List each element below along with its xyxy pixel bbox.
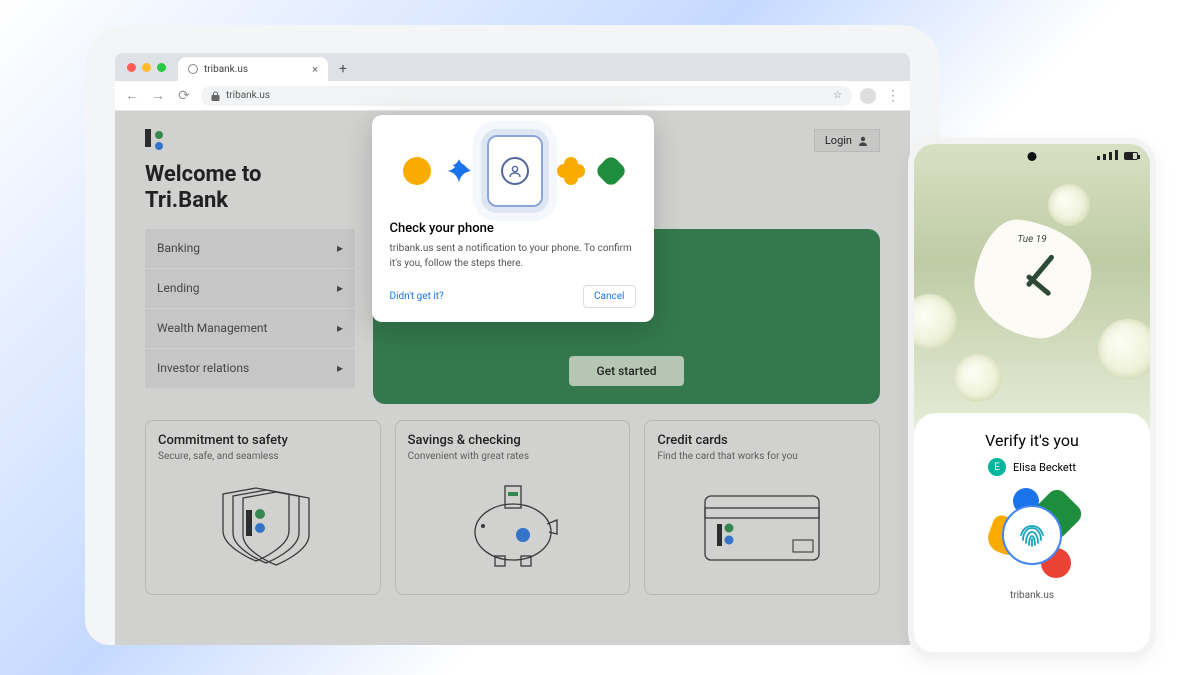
browser-tab[interactable]: tribank.us × (178, 57, 328, 81)
url-text: tribank.us (226, 90, 270, 101)
clock-date: Tue 19 (1017, 234, 1046, 245)
kebab-menu-icon[interactable]: ⋮ (884, 88, 902, 104)
user-name: Elisa Beckett (1013, 461, 1076, 474)
laptop-frame: tribank.us × + ← → ⟳ tribank.us ☆ ⋮ (85, 25, 940, 645)
profile-icon[interactable] (860, 88, 876, 104)
user-outline-icon (501, 157, 529, 185)
account-row[interactable]: E Elisa Beckett (928, 458, 1136, 476)
shape-circle-icon (403, 157, 431, 185)
page-viewport: Login Welcome toTri.Bank Banking▸ Lendin… (115, 111, 910, 645)
reload-icon[interactable]: ⟳ (175, 88, 193, 104)
maximize-dot-icon[interactable] (157, 63, 166, 72)
clock-widget: Tue 19 (972, 220, 1092, 340)
shape-quatrefoil-icon (557, 157, 585, 185)
close-icon[interactable]: × (312, 63, 318, 76)
minimize-dot-icon[interactable] (142, 63, 151, 72)
star-icon[interactable]: ☆ (833, 90, 842, 101)
shape-burst-icon (445, 157, 473, 185)
help-link[interactable]: Didn't get it? (390, 291, 444, 302)
globe-icon (188, 64, 198, 74)
address-bar: ← → ⟳ tribank.us ☆ ⋮ (115, 81, 910, 111)
passkey-modal: Check your phone tribank.us sent a notif… (372, 115, 654, 322)
tab-strip: tribank.us × + (115, 53, 910, 81)
verify-sheet: Verify it's you E Elisa Beckett (914, 413, 1150, 652)
phone-outline-icon (487, 135, 543, 207)
shape-diamond-icon (594, 154, 628, 188)
tab-title: tribank.us (204, 64, 248, 75)
close-dot-icon[interactable] (127, 63, 136, 72)
status-bar (1097, 150, 1138, 160)
cancel-button[interactable]: Cancel (583, 285, 635, 308)
avatar: E (988, 458, 1006, 476)
fingerprint-icon (1002, 505, 1062, 565)
lock-icon (211, 91, 220, 101)
forward-icon[interactable]: → (149, 87, 167, 104)
modal-description: tribank.us sent a notification to your p… (390, 242, 636, 271)
browser-window: tribank.us × + ← → ⟳ tribank.us ☆ ⋮ (115, 53, 910, 645)
modal-illustration (390, 135, 636, 207)
url-field[interactable]: tribank.us ☆ (201, 86, 852, 106)
window-traffic-lights (125, 53, 172, 81)
modal-title: Check your phone (390, 221, 636, 236)
fingerprint-target[interactable] (987, 490, 1077, 580)
battery-icon (1124, 152, 1138, 160)
phone-frame: Tue 19 Verify it's you E Elisa Beckett (908, 138, 1156, 658)
phone-wallpaper: Tue 19 (914, 144, 1150, 439)
back-icon[interactable]: ← (123, 87, 141, 104)
verify-title: Verify it's you (928, 431, 1136, 450)
new-tab-button[interactable]: + (332, 58, 354, 80)
verify-domain: tribank.us (928, 590, 1136, 601)
front-camera-icon (1028, 152, 1037, 161)
